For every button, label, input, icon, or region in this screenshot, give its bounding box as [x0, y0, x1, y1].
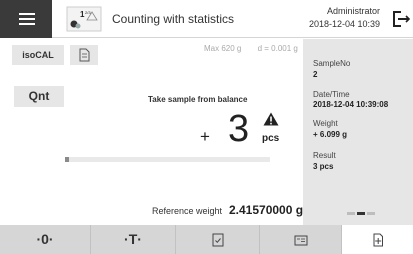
document-icon — [79, 48, 90, 62]
id-card-icon — [294, 235, 307, 245]
count-unit: pcs — [262, 133, 280, 144]
bottom-toolbar: ·0· ·T· — [0, 225, 413, 254]
app-title: Counting with statistics — [112, 12, 235, 26]
isocal-button[interactable]: isoCAL — [12, 45, 64, 65]
check-document-icon — [212, 233, 223, 246]
result-value: 3 pcs — [313, 162, 334, 171]
warning-icon — [263, 112, 279, 126]
zero-button[interactable]: ·0· — [0, 225, 91, 254]
menu-icon-bar-2 — [19, 18, 35, 20]
menu-icon-bar-3 — [19, 23, 35, 25]
weight-label: Weight — [313, 119, 338, 128]
count-value: 3 — [228, 108, 250, 150]
page-dot-1 — [347, 212, 355, 215]
add-document-button[interactable] — [342, 225, 413, 254]
result-label: Result — [313, 151, 336, 160]
tare-button[interactable]: ·T· — [91, 225, 176, 254]
capacity-max: Max 620 g — [204, 44, 242, 53]
menu-icon-bar-1 — [19, 13, 35, 15]
user-name: Administrator — [326, 6, 380, 16]
logout-button[interactable] — [387, 0, 413, 38]
page-dot-2-active — [357, 212, 365, 215]
counting-app-icon: 1 2/3 — [66, 6, 102, 32]
sample-progress-fill — [65, 157, 70, 162]
reference-weight-label: Reference weight — [152, 206, 223, 216]
weight-value: + 6.099 g — [313, 130, 348, 139]
balance-capacity: Max 620 g d = 0.001 g — [204, 44, 298, 53]
add-document-icon — [373, 233, 383, 246]
logout-icon — [393, 11, 411, 27]
id-card-button[interactable] — [260, 225, 342, 254]
value-sign: + — [200, 127, 210, 146]
header-bar: 1 2/3 Counting with statistics Administr… — [0, 0, 413, 38]
sample-no-value: 2 — [313, 70, 318, 79]
datetime-value: 2018-12-04 10:39:08 — [313, 100, 389, 109]
check-document-button[interactable] — [176, 225, 260, 254]
datetime-label: Date/Time — [313, 90, 350, 99]
page-dot-3 — [367, 212, 375, 215]
qnt-button[interactable]: Qnt — [14, 86, 64, 107]
menu-button[interactable] — [0, 0, 52, 38]
capacity-readability: d = 0.001 g — [257, 44, 298, 53]
sample-info-panel: SampleNo 2 Date/Time 2018-12-04 10:39:08… — [303, 39, 413, 225]
reference-weight-value: 2.41570000 g — [229, 203, 304, 217]
document-button[interactable] — [70, 45, 98, 65]
sample-progress-bar — [65, 157, 270, 162]
instruction-text: Take sample from balance — [148, 95, 248, 104]
sample-no-label: SampleNo — [313, 59, 351, 68]
header-datetime: 2018-12-04 10:39 — [308, 19, 380, 29]
